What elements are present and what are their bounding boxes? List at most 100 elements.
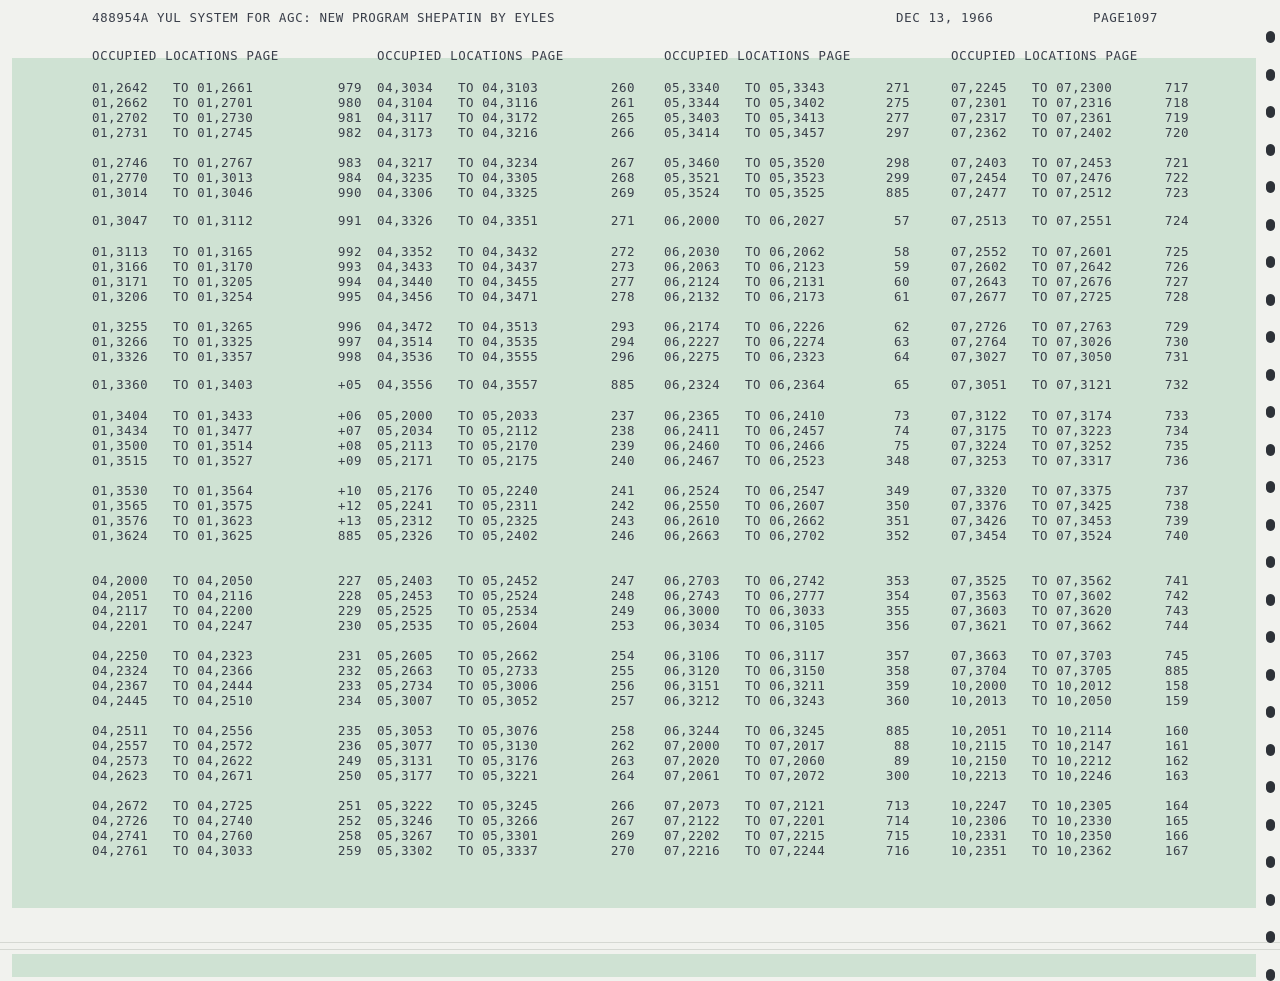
location-end: TO 01,3564 — [173, 483, 254, 498]
table-row: 07,3621 TO 07,3662 744 — [951, 618, 1189, 633]
location-start: 07,2216 — [664, 843, 721, 858]
page-number: 271 — [885, 80, 910, 95]
page-number: 160 — [1164, 723, 1189, 738]
page-number: 243 — [610, 513, 635, 528]
location-end: TO 05,3245 — [458, 798, 539, 813]
location-end: TO 05,2524 — [458, 588, 539, 603]
location-end: TO 04,3033 — [173, 843, 254, 858]
location-end: TO 07,3026 — [1032, 334, 1113, 349]
feed-hole — [1266, 894, 1275, 906]
page-number: 227 — [337, 573, 362, 588]
location-end: TO 05,3343 — [745, 80, 826, 95]
feed-hole — [1266, 781, 1275, 793]
location-end: TO 07,2601 — [1032, 244, 1113, 259]
page-number: 272 — [610, 244, 635, 259]
page-number: 727 — [1164, 274, 1189, 289]
feed-hole — [1266, 144, 1275, 156]
table-row: 10,2051 TO 10,2114 160 — [951, 723, 1189, 738]
table-row: 06,2174 TO 06,2226 62 — [664, 319, 910, 334]
location-end: TO 10,2050 — [1032, 693, 1113, 708]
location-end: TO 05,3301 — [458, 828, 539, 843]
feed-hole — [1266, 556, 1275, 568]
table-row: 10,2013 TO 10,2050 159 — [951, 693, 1189, 708]
column-header-3: OCCUPIED LOCATIONS PAGE — [664, 48, 851, 63]
table-row: 04,3456 TO 04,3471 278 — [377, 289, 635, 304]
location-start: 07,3426 — [951, 513, 1008, 528]
location-start: 07,3663 — [951, 648, 1008, 663]
location-start: 01,2702 — [92, 110, 149, 125]
page-number: 239 — [610, 438, 635, 453]
location-start: 07,2362 — [951, 125, 1008, 140]
page-number: 166 — [1164, 828, 1189, 843]
table-row: 04,2741 TO 04,2760 258 — [92, 828, 362, 843]
page-number: 250 — [337, 768, 362, 783]
location-end: TO 01,3403 — [173, 377, 254, 392]
table-row: 04,2201 TO 04,2247 230 — [92, 618, 362, 633]
page-number: 158 — [1164, 678, 1189, 693]
location-end: TO 06,2364 — [745, 377, 826, 392]
page-number: 264 — [610, 768, 635, 783]
location-start: 07,2726 — [951, 319, 1008, 334]
table-row: 07,2020 TO 07,2060 89 — [664, 753, 910, 768]
location-end: TO 06,2131 — [745, 274, 826, 289]
table-row: 01,3047 TO 01,3112 991 — [92, 213, 362, 228]
page-number: 159 — [1164, 693, 1189, 708]
table-row: 04,2324 TO 04,2366 232 — [92, 663, 362, 678]
page-number: 65 — [893, 377, 910, 392]
page-number: 253 — [610, 618, 635, 633]
location-end: TO 10,2212 — [1032, 753, 1113, 768]
column-header-1: OCCUPIED LOCATIONS PAGE — [92, 48, 279, 63]
feed-hole — [1266, 219, 1275, 231]
page-number: 260 — [610, 80, 635, 95]
location-end: TO 07,2244 — [745, 843, 826, 858]
table-row: 05,2535 TO 05,2604 253 — [377, 618, 635, 633]
location-end: TO 07,3174 — [1032, 408, 1113, 423]
location-end: TO 01,3112 — [173, 213, 254, 228]
location-start: 04,3536 — [377, 349, 434, 364]
report-page-number: PAGE1097 — [1093, 10, 1159, 25]
location-end: TO 04,2622 — [173, 753, 254, 768]
page-number: 273 — [610, 259, 635, 274]
location-start: 01,2662 — [92, 95, 149, 110]
location-start: 07,2764 — [951, 334, 1008, 349]
page-number: +13 — [337, 513, 362, 528]
location-start: 06,2467 — [664, 453, 721, 468]
location-start: 01,2770 — [92, 170, 149, 185]
page-number: 63 — [893, 334, 910, 349]
page-number: 234 — [337, 693, 362, 708]
table-row: 05,3460 TO 05,3520 298 — [664, 155, 910, 170]
location-end: TO 05,3402 — [745, 95, 826, 110]
feed-hole — [1266, 69, 1275, 81]
location-end: TO 05,3525 — [745, 185, 826, 200]
location-start: 01,3266 — [92, 334, 149, 349]
location-start: 07,2403 — [951, 155, 1008, 170]
table-row: 06,2030 TO 06,2062 58 — [664, 244, 910, 259]
page-number: 266 — [610, 125, 635, 140]
page-number: 990 — [337, 185, 362, 200]
location-end: TO 07,2642 — [1032, 259, 1113, 274]
location-end: TO 06,3117 — [745, 648, 826, 663]
location-end: TO 06,2173 — [745, 289, 826, 304]
page-number: 350 — [885, 498, 910, 513]
location-end: TO 05,3076 — [458, 723, 539, 738]
page-number: 351 — [885, 513, 910, 528]
page-number: 715 — [885, 828, 910, 843]
table-row: 07,3175 TO 07,3223 734 — [951, 423, 1189, 438]
table-row: 05,2312 TO 05,2325 243 — [377, 513, 635, 528]
location-start: 05,3521 — [664, 170, 721, 185]
page-number: 271 — [610, 213, 635, 228]
page-number: 353 — [885, 573, 910, 588]
page-number: +06 — [337, 408, 362, 423]
location-start: 01,3166 — [92, 259, 149, 274]
location-start: 07,2677 — [951, 289, 1008, 304]
table-row: 06,2460 TO 06,2466 75 — [664, 438, 910, 453]
page-number: 238 — [610, 423, 635, 438]
page-number: 726 — [1164, 259, 1189, 274]
location-start: 04,3440 — [377, 274, 434, 289]
location-start: 01,3500 — [92, 438, 149, 453]
location-start: 07,3563 — [951, 588, 1008, 603]
location-start: 06,3244 — [664, 723, 721, 738]
location-end: TO 04,2760 — [173, 828, 254, 843]
page-number: 731 — [1164, 349, 1189, 364]
location-end: TO 07,3252 — [1032, 438, 1113, 453]
